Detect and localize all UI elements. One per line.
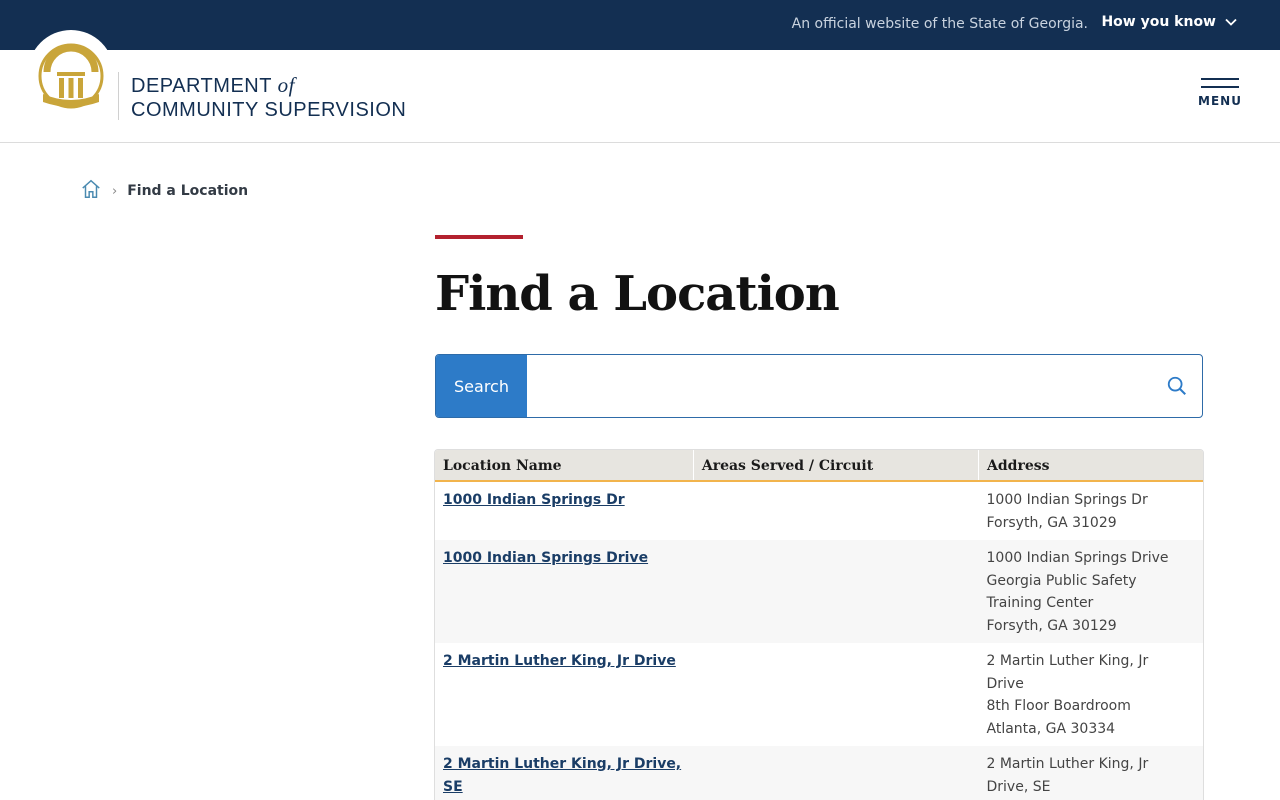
home-icon bbox=[82, 179, 100, 198]
how-you-know-toggle[interactable]: How you know bbox=[1101, 14, 1238, 30]
address-line: 2 Martin Luther King, Jr bbox=[986, 756, 1149, 772]
location-name-link[interactable]: 1000 Indian Springs Drive bbox=[443, 550, 648, 566]
areas-served-cell bbox=[693, 540, 979, 643]
menu-button[interactable]: MENU bbox=[1198, 78, 1242, 108]
location-name-link[interactable]: 2 Martin Luther King, Jr Drive, SE bbox=[443, 756, 681, 795]
chevron-down-icon bbox=[1225, 18, 1237, 26]
table-row: 2 Martin Luther King, Jr Drive 2 Martin L… bbox=[435, 643, 1203, 746]
address-line: 8th Floor Boardroom bbox=[986, 698, 1131, 714]
column-header-address[interactable]: Address bbox=[978, 450, 1203, 482]
search-button[interactable] bbox=[1152, 355, 1202, 417]
areas-served-cell bbox=[693, 481, 979, 540]
title-accent-bar bbox=[435, 235, 523, 239]
address-cell: 1000 Indian Springs Drive Georgia Public … bbox=[978, 540, 1203, 643]
location-name-link[interactable]: 1000 Indian Springs Dr bbox=[443, 492, 625, 508]
breadcrumb-home-link[interactable] bbox=[80, 178, 102, 204]
logo-divider bbox=[118, 72, 119, 120]
site-header: DEPARTMENT of COMMUNITY SUPERVISION MENU bbox=[0, 30, 1280, 143]
areas-served-cell bbox=[693, 643, 979, 746]
page-title: Find a Location bbox=[435, 266, 840, 322]
dept-name-of: of bbox=[277, 73, 295, 97]
address-line: Georgia Public Safety bbox=[986, 572, 1137, 589]
hamburger-icon bbox=[1198, 78, 1242, 88]
column-header-areas-served[interactable]: Areas Served / Circuit bbox=[692, 450, 979, 482]
home-logo-link[interactable] bbox=[28, 30, 114, 116]
address-line: Forsyth, GA 31029 bbox=[986, 514, 1117, 531]
address-line: Training Center bbox=[986, 595, 1094, 611]
table-row: 2 Martin Luther King, Jr Drive, SE 2 Mart… bbox=[435, 746, 1203, 800]
locations-table: Location Name Areas Served / Circuit Add… bbox=[434, 449, 1204, 800]
official-website-text: An official website of the State of Geor… bbox=[791, 16, 1088, 32]
department-name-link[interactable]: DEPARTMENT of COMMUNITY SUPERVISION bbox=[131, 73, 406, 122]
dept-name-line1: DEPARTMENT bbox=[131, 75, 272, 97]
address-line: Forsyth, GA 30129 bbox=[986, 617, 1117, 634]
location-name-link[interactable]: 2 Martin Luther King, Jr Drive bbox=[443, 653, 676, 669]
table-header-row: Location Name Areas Served / Circuit Add… bbox=[435, 450, 1203, 482]
location-name-cell: 1000 Indian Springs Drive bbox=[435, 540, 694, 643]
address-line: 2 Martin Luther King, Jr bbox=[986, 653, 1149, 669]
address-line: Atlanta, GA 30334 bbox=[986, 720, 1116, 737]
location-name-cell: 2 Martin Luther King, Jr Drive bbox=[435, 643, 694, 746]
address-line: Drive bbox=[986, 675, 1024, 692]
dept-name-line2: COMMUNITY SUPERVISION bbox=[131, 99, 407, 121]
breadcrumb-current: Find a Location bbox=[127, 183, 249, 199]
address-line: 1000 Indian Springs Dr bbox=[986, 492, 1148, 508]
address-cell: 2 Martin Luther King, JrDrive, SEEast To… bbox=[978, 746, 1203, 800]
address-cell: 1000 Indian Springs Dr Forsyth, GA 31029 bbox=[978, 481, 1203, 540]
location-name-cell: 2 Martin Luther King, Jr Drive, SE bbox=[435, 746, 694, 800]
column-header-location-name[interactable]: Location Name bbox=[435, 450, 694, 482]
official-banner: An official website of the State of Geor… bbox=[0, 0, 1280, 50]
menu-label: MENU bbox=[1198, 94, 1242, 108]
address-cell: 2 Martin Luther King, Jr Drive 8th Floor B… bbox=[978, 643, 1203, 746]
location-search: Search bbox=[435, 354, 1203, 418]
how-you-know-label: How you know bbox=[1101, 14, 1216, 30]
areas-served-cell bbox=[693, 746, 979, 800]
location-name-cell: 1000 Indian Springs Dr bbox=[435, 481, 694, 540]
table-row: 1000 Indian Springs Drive 1000 Indian Spr… bbox=[435, 540, 1203, 643]
address-line: Drive, SE bbox=[986, 778, 1051, 795]
address-line: 1000 Indian Springs Drive bbox=[986, 550, 1169, 566]
search-input[interactable] bbox=[527, 355, 1152, 417]
chevron-right-icon: › bbox=[112, 183, 118, 199]
breadcrumb: › Find a Location bbox=[80, 178, 248, 204]
georgia-seal-logo bbox=[38, 43, 104, 109]
search-label: Search bbox=[436, 355, 527, 417]
table-row: 1000 Indian Springs Dr 1000 Indian Spring… bbox=[435, 481, 1203, 540]
search-icon bbox=[1167, 376, 1186, 395]
